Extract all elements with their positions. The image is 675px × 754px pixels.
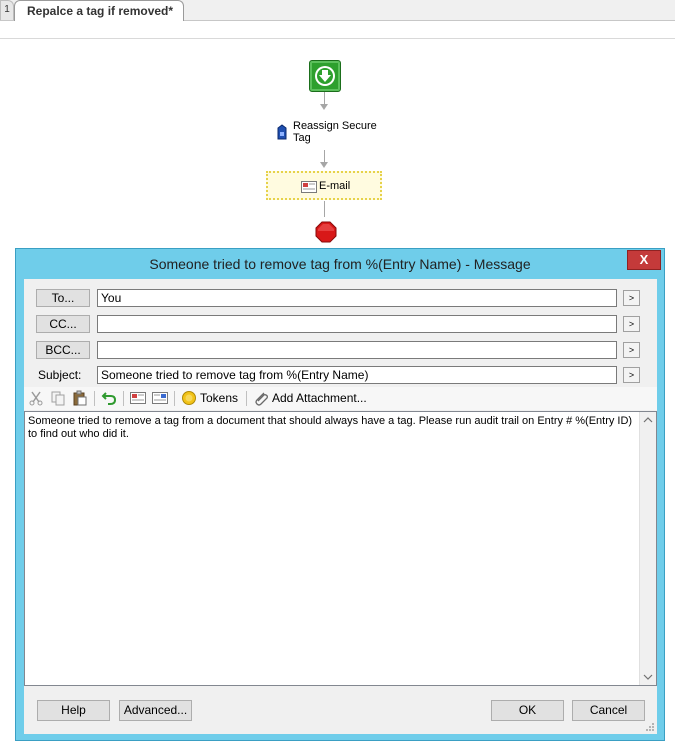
subject-expand-button[interactable]: > — [623, 367, 640, 383]
message-dialog: Someone tried to remove tag from %(Entry… — [15, 248, 665, 741]
toolbar-separator — [174, 391, 175, 406]
ok-button[interactable]: OK — [491, 700, 564, 721]
help-button[interactable]: Help — [37, 700, 110, 721]
to-expand-button[interactable]: > — [623, 290, 640, 306]
dialog-title: Someone tried to remove tag from %(Entry… — [149, 256, 531, 272]
close-button[interactable]: X — [627, 250, 661, 270]
advanced-button[interactable]: Advanced... — [119, 700, 192, 721]
message-body-textarea[interactable]: Someone tried to remove a tag from a doc… — [24, 411, 657, 686]
document-tab-strip: 1 Repalce a tag if removed* — [0, 0, 675, 21]
stop-icon[interactable] — [315, 221, 337, 243]
workflow-step-email[interactable]: E-mail — [266, 171, 382, 200]
toolbar-separator — [246, 391, 247, 406]
cc-button[interactable]: CC... — [36, 315, 90, 333]
message-body-text: Someone tried to remove a tag from a doc… — [28, 415, 633, 440]
to-field[interactable]: You — [97, 289, 617, 307]
subject-label: Subject: — [38, 368, 82, 382]
workflow-arrowhead — [320, 162, 328, 168]
scroll-down-icon[interactable] — [640, 669, 656, 685]
cc-expand-button[interactable]: > — [623, 316, 640, 332]
dialog-client-area: To... You > CC... > BCC... > Subject: So… — [24, 279, 657, 734]
undo-icon[interactable] — [101, 390, 117, 406]
toolbar-separator — [94, 391, 95, 406]
bcc-field[interactable] — [97, 341, 617, 359]
insert-field-icon[interactable] — [130, 390, 146, 406]
workflow-arrowhead — [320, 104, 328, 110]
add-attachment-button[interactable]: Add Attachment... — [272, 391, 367, 405]
resize-grip-icon[interactable] — [645, 722, 655, 732]
email-envelope-icon — [301, 181, 317, 193]
canvas-divider — [0, 38, 675, 39]
tokens-button[interactable]: Tokens — [200, 391, 238, 405]
to-button[interactable]: To... — [36, 289, 90, 307]
workflow-start-node[interactable] — [309, 60, 341, 92]
body-toolbar: Tokens Add Attachment... — [24, 387, 657, 410]
bcc-button[interactable]: BCC... — [36, 341, 90, 359]
insert-template-icon[interactable] — [152, 390, 168, 406]
start-arrow-icon — [315, 66, 335, 86]
tab-replace-tag[interactable]: Repalce a tag if removed* — [14, 0, 185, 21]
scroll-up-icon[interactable] — [640, 412, 656, 428]
tab-previous[interactable]: 1 — [0, 0, 14, 20]
tokens-icon[interactable] — [181, 390, 197, 406]
copy-icon[interactable] — [50, 390, 66, 406]
body-scrollbar[interactable] — [639, 412, 656, 685]
cut-icon[interactable] — [28, 390, 44, 406]
subject-field[interactable]: Someone tried to remove tag from %(Entry… — [97, 366, 617, 384]
bcc-expand-button[interactable]: > — [623, 342, 640, 358]
cancel-button[interactable]: Cancel — [572, 700, 645, 721]
workflow-connector — [324, 201, 325, 217]
paste-icon[interactable] — [72, 390, 88, 406]
workflow-step-email-label: E-mail — [319, 180, 351, 192]
toolbar-separator — [123, 391, 124, 406]
paperclip-icon[interactable] — [253, 390, 269, 406]
secure-tag-icon — [277, 124, 287, 140]
cc-field[interactable] — [97, 315, 617, 333]
workflow-step-reassign-secure-tag[interactable]: Reassign Secure Tag — [293, 120, 393, 144]
